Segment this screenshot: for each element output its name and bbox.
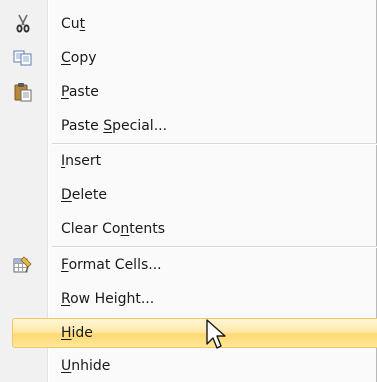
menu-item-label: Cut: [61, 16, 86, 32]
menu-item-label: Clear Contents: [61, 221, 166, 237]
screen: Cut Copy Paste Paste Special... Insert D…: [0, 0, 377, 382]
menu-item-label: Insert: [61, 153, 102, 169]
format-cells-icon: [13, 255, 33, 275]
menu-item-cut[interactable]: Cut: [0, 9, 377, 39]
menu-item-label: Row Height...: [61, 291, 155, 307]
menu-item-copy[interactable]: Copy: [0, 43, 377, 73]
copy-icon: [13, 48, 33, 68]
menu-item-row-height[interactable]: Row Height...: [0, 284, 377, 314]
menu-item-label: Copy: [61, 50, 97, 66]
menu-item-clear-contents[interactable]: Clear Contents: [0, 214, 377, 244]
menu-item-format-cells[interactable]: Format Cells...: [0, 250, 377, 280]
menu-separator: [52, 246, 377, 248]
menu-item-label: Paste: [61, 84, 99, 100]
scissors-icon: [13, 14, 33, 34]
menu-item-paste-special[interactable]: Paste Special...: [0, 111, 377, 141]
menu-item-label: Delete: [61, 187, 107, 203]
menu-item-label: Format Cells...: [61, 257, 162, 273]
menu-separator: [52, 143, 377, 145]
menu-item-label: Paste Special...: [61, 118, 168, 134]
menu-item-insert[interactable]: Insert: [0, 146, 377, 176]
mouse-pointer-icon: [206, 319, 226, 349]
paste-icon: [13, 82, 33, 102]
menu-item-paste[interactable]: Paste: [0, 77, 377, 107]
menu-item-hide[interactable]: Hide: [0, 318, 377, 348]
menu-item-unhide[interactable]: Unhide: [0, 351, 377, 381]
context-menu: Cut Copy Paste Paste Special... Insert D…: [0, 0, 377, 382]
menu-item-label: Unhide: [61, 358, 111, 374]
menu-item-delete[interactable]: Delete: [0, 180, 377, 210]
menu-item-label: Hide: [61, 325, 93, 341]
